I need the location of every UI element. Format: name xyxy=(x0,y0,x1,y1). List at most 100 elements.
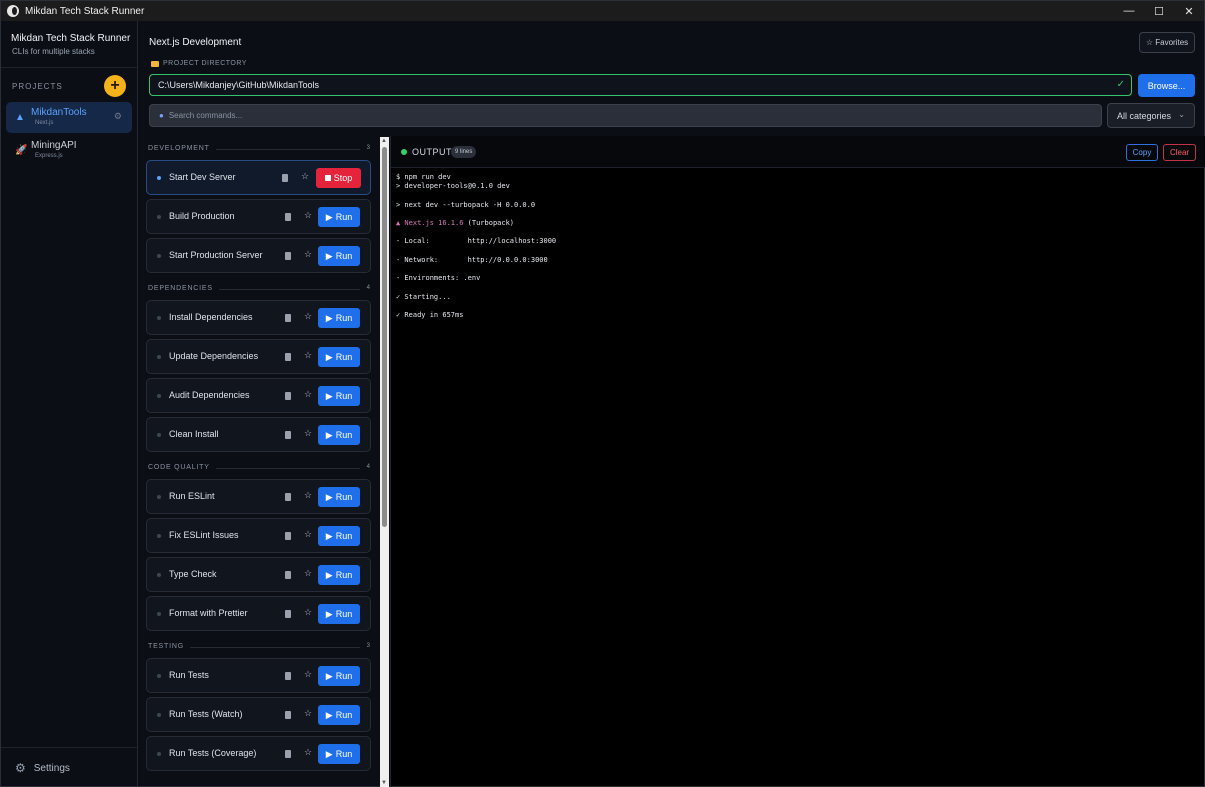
command-list-scrollbar[interactable]: ▲ ▼ xyxy=(380,137,389,787)
command-name: Fix ESLint Issues xyxy=(169,530,239,540)
star-icon[interactable]: ☆ xyxy=(304,607,312,618)
command-type-check[interactable]: Type Check ☆ ▶ Run xyxy=(146,557,371,592)
search-placeholder: Search commands... xyxy=(168,111,243,120)
star-icon[interactable]: ☆ xyxy=(304,428,312,439)
clipboard-icon[interactable] xyxy=(285,672,291,680)
clipboard-icon[interactable] xyxy=(285,392,291,400)
run-button[interactable]: ▶ Run xyxy=(318,207,360,227)
play-icon: ▶ xyxy=(325,351,333,362)
clipboard-icon[interactable] xyxy=(285,610,291,618)
project-settings-icon[interactable]: ⚙ xyxy=(114,111,122,122)
run-button[interactable]: ▶ Run xyxy=(318,604,360,624)
clipboard-icon[interactable] xyxy=(285,532,291,540)
command-audit-dependencies[interactable]: Audit Dependencies ☆ ▶ Run xyxy=(146,378,371,413)
terminal-line: $ npm run dev xyxy=(396,173,451,181)
clipboard-icon[interactable] xyxy=(285,213,291,221)
close-button[interactable]: ✕ xyxy=(1174,1,1204,21)
sidebar-item-mikdantools[interactable]: ▲ MikdanTools Next.js ⚙ xyxy=(6,102,132,133)
run-button[interactable]: ▶ Run xyxy=(318,487,360,507)
app-window: Mikdan Tech Stack Runner — ☐ ✕ Mikdan Te… xyxy=(0,0,1205,787)
minimize-button[interactable]: — xyxy=(1114,1,1144,21)
star-icon[interactable]: ☆ xyxy=(304,490,312,501)
output-panel: OUTPUT 9 lines Copy Clear $ npm run dev >… xyxy=(390,136,1205,786)
category-select[interactable]: All categories ⌄ xyxy=(1107,103,1195,128)
star-icon[interactable]: ☆ xyxy=(304,389,312,400)
gear-icon: ⚙ xyxy=(15,761,26,775)
command-run-tests-coverage[interactable]: Run Tests (Coverage) ☆ ▶ Run xyxy=(146,736,371,771)
command-start-production-server[interactable]: Start Production Server ☆ ▶ Run xyxy=(146,238,371,273)
star-icon[interactable]: ☆ xyxy=(301,171,309,182)
clipboard-icon[interactable] xyxy=(285,431,291,439)
star-icon[interactable]: ☆ xyxy=(304,529,312,540)
add-project-button[interactable]: + xyxy=(104,75,126,97)
command-run-tests-watch[interactable]: Run Tests (Watch) ☆ ▶ Run xyxy=(146,697,371,732)
section-label: DEPENDENCIES xyxy=(148,285,219,292)
command-name: Clean Install xyxy=(169,429,219,439)
run-button[interactable]: ▶ Run xyxy=(318,565,360,585)
section-testing: TESTING 3 xyxy=(148,643,370,653)
star-icon[interactable]: ☆ xyxy=(304,747,312,758)
run-button[interactable]: ▶ Run xyxy=(318,526,360,546)
clipboard-icon[interactable] xyxy=(285,750,291,758)
run-button[interactable]: ▶ Run xyxy=(318,705,360,725)
command-format-with-prettier[interactable]: Format with Prettier ☆ ▶ Run xyxy=(146,596,371,631)
command-build-production[interactable]: Build Production ☆ ▶ Run xyxy=(146,199,371,234)
clipboard-icon[interactable] xyxy=(285,571,291,579)
section-label: TESTING xyxy=(148,643,190,650)
clipboard-icon[interactable] xyxy=(282,174,288,182)
project-directory-input[interactable]: C:\Users\Mikdanjey\GitHub\MikdanTools ✓ xyxy=(149,74,1132,96)
command-start-dev-server[interactable]: Start Dev Server ☆ Stop xyxy=(146,160,371,195)
star-icon[interactable]: ☆ xyxy=(304,311,312,322)
command-fix-eslint-issues[interactable]: Fix ESLint Issues ☆ ▶ Run xyxy=(146,518,371,553)
clipboard-icon[interactable] xyxy=(285,493,291,501)
clipboard-icon[interactable] xyxy=(285,314,291,322)
search-input[interactable]: ● Search commands... xyxy=(149,104,1102,127)
stop-icon xyxy=(324,175,331,181)
run-button[interactable]: ▶ Run xyxy=(318,425,360,445)
clipboard-icon[interactable] xyxy=(285,711,291,719)
sidebar-item-miningapi[interactable]: 🚀 MiningAPI Express.js xyxy=(6,135,132,166)
run-button[interactable]: ▶ Run xyxy=(318,246,360,266)
dir-label-text: PROJECT DIRECTORY xyxy=(163,60,247,67)
command-name: Run Tests xyxy=(169,670,209,680)
app-logo-icon xyxy=(7,5,19,17)
sidebar: Mikdan Tech Stack Runner CLIs for multip… xyxy=(1,21,138,786)
command-install-dependencies[interactable]: Install Dependencies ☆ ▶ Run xyxy=(146,300,371,335)
copy-button[interactable]: Copy xyxy=(1126,144,1158,161)
brand-subtitle: CLIs for multiple stacks xyxy=(12,47,95,56)
run-button[interactable]: ▶ Run xyxy=(318,666,360,686)
play-icon: ▶ xyxy=(325,491,333,502)
command-run-tests[interactable]: Run Tests ☆ ▶ Run xyxy=(146,658,371,693)
favorites-button[interactable]: ☆ Favorites xyxy=(1139,32,1195,53)
command-name: Run Tests (Watch) xyxy=(169,709,243,719)
scroll-up-arrow-icon[interactable]: ▲ xyxy=(381,138,387,144)
star-icon[interactable]: ☆ xyxy=(304,669,312,680)
clipboard-icon[interactable] xyxy=(285,252,291,260)
play-icon: ▶ xyxy=(325,211,333,222)
star-icon[interactable]: ☆ xyxy=(304,249,312,260)
star-icon[interactable]: ☆ xyxy=(304,210,312,221)
terminal-line: ▲ Next.js 16.1.6 (Turbopack) xyxy=(396,219,515,227)
play-icon: ▶ xyxy=(325,670,333,681)
search-icon: ● xyxy=(159,111,164,120)
scroll-thumb[interactable] xyxy=(382,147,387,527)
run-button[interactable]: ▶ Run xyxy=(318,347,360,367)
run-button[interactable]: ▶ Run xyxy=(318,308,360,328)
clear-button[interactable]: Clear xyxy=(1163,144,1196,161)
command-update-dependencies[interactable]: Update Dependencies ☆ ▶ Run xyxy=(146,339,371,374)
star-icon[interactable]: ☆ xyxy=(304,568,312,579)
stop-button[interactable]: Stop xyxy=(316,168,361,188)
category-selected: All categories xyxy=(1117,110,1172,121)
run-button[interactable]: ▶ Run xyxy=(318,386,360,406)
maximize-button[interactable]: ☐ xyxy=(1144,1,1174,21)
scroll-down-arrow-icon[interactable]: ▼ xyxy=(381,780,387,786)
settings-link[interactable]: ⚙ Settings xyxy=(15,761,70,775)
command-clean-install[interactable]: Clean Install ☆ ▶ Run xyxy=(146,417,371,452)
browse-button[interactable]: Browse... xyxy=(1138,74,1195,97)
clipboard-icon[interactable] xyxy=(285,353,291,361)
play-icon: ▶ xyxy=(325,748,333,759)
star-icon[interactable]: ☆ xyxy=(304,350,312,361)
star-icon[interactable]: ☆ xyxy=(304,708,312,719)
command-run-eslint[interactable]: Run ESLint ☆ ▶ Run xyxy=(146,479,371,514)
run-button[interactable]: ▶ Run xyxy=(318,744,360,764)
